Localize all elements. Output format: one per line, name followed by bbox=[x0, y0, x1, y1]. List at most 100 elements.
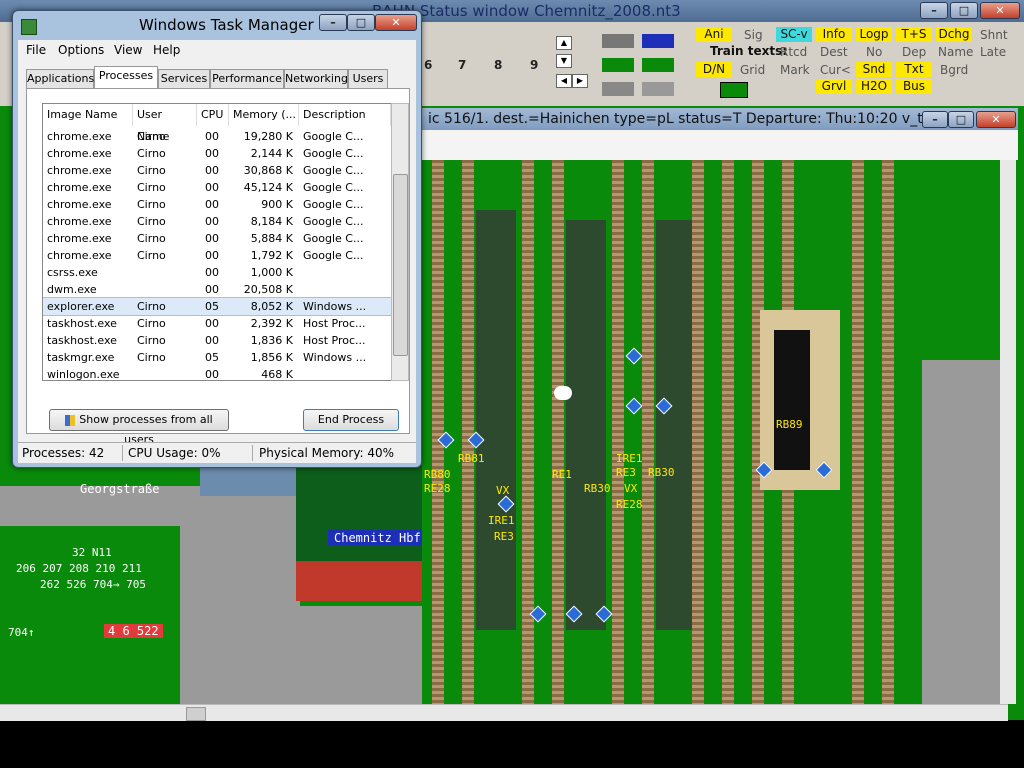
scroll-down-arrow-icon[interactable]: ▼ bbox=[556, 54, 572, 68]
shnt-button[interactable]: Shnt bbox=[980, 28, 1008, 42]
label-re3-b[interactable]: RE3 bbox=[616, 466, 636, 479]
h2o-button[interactable]: H2O bbox=[856, 79, 892, 94]
snd-button[interactable]: Snd bbox=[856, 62, 892, 77]
table-row[interactable]: chrome.exe Cirno 00 30,868 K Google C... bbox=[43, 162, 391, 179]
dest-button[interactable]: Dest bbox=[820, 45, 848, 59]
label-rb80[interactable]: RB80 bbox=[424, 468, 451, 481]
ani-button[interactable]: Ani bbox=[696, 27, 732, 42]
cur-button[interactable]: Cur< bbox=[820, 63, 851, 77]
table-row[interactable]: chrome.exe Cirno 00 1,792 K Google C... bbox=[43, 247, 391, 264]
map-label-station[interactable]: Chemnitz Hbf bbox=[328, 530, 427, 546]
label-vx-1[interactable]: VX bbox=[496, 484, 509, 497]
column-memory[interactable]: Memory (... bbox=[229, 104, 299, 126]
sc-v-button[interactable]: SC-v bbox=[776, 27, 812, 42]
table-row[interactable]: dwm.exe 00 20,508 K bbox=[43, 281, 391, 298]
end-process-button[interactable]: End Process bbox=[303, 409, 399, 431]
process-list[interactable]: Image Name User Name CPU Memory (... Des… bbox=[42, 103, 392, 381]
signal-icon[interactable] bbox=[625, 397, 643, 415]
tab-applications[interactable]: Applications bbox=[26, 69, 94, 88]
table-row[interactable]: csrss.exe 00 1,000 K bbox=[43, 264, 391, 281]
tab-performance[interactable]: Performance bbox=[210, 69, 284, 88]
table-row[interactable]: chrome.exe Cirno 00 2,144 K Google C... bbox=[43, 145, 391, 162]
tab-services[interactable]: Services bbox=[158, 69, 210, 88]
toolbar-number-6[interactable]: 6 bbox=[424, 58, 432, 72]
mark-button[interactable]: Mark bbox=[780, 63, 810, 77]
label-ire1-b[interactable]: IRE1 bbox=[616, 452, 643, 465]
bus-button[interactable]: Bus bbox=[896, 79, 932, 94]
train-rb89[interactable] bbox=[774, 330, 810, 470]
bahn-maximize-button[interactable]: □ bbox=[950, 2, 978, 19]
txt-button[interactable]: Txt bbox=[896, 62, 932, 77]
menu-help[interactable]: Help bbox=[153, 43, 180, 57]
grvl-button[interactable]: Grvl bbox=[816, 79, 852, 94]
menu-file[interactable]: File bbox=[26, 43, 46, 57]
toolbar-number-7[interactable]: 7 bbox=[458, 58, 466, 72]
label-re28-c[interactable]: RE28 bbox=[616, 498, 643, 511]
table-row[interactable]: chrome.exe Cirno 00 900 K Google C... bbox=[43, 196, 391, 213]
map-horizontal-scrollbar[interactable] bbox=[0, 704, 1008, 721]
menu-view[interactable]: View bbox=[114, 43, 142, 57]
bus-icon[interactable] bbox=[720, 82, 748, 98]
train-window-map[interactable]: RB81 RB80 RE28 VX IRE1 RE3 RE1 RB30 VX R… bbox=[422, 160, 1002, 704]
tile-track-icon[interactable] bbox=[602, 34, 634, 48]
signal-icon[interactable] bbox=[625, 347, 643, 365]
table-row[interactable]: chrome.exe Cirno 00 8,184 K Google C... bbox=[43, 213, 391, 230]
column-image-name[interactable]: Image Name bbox=[43, 104, 133, 126]
column-description[interactable]: Description bbox=[299, 104, 391, 126]
process-list-scrollbar[interactable] bbox=[391, 103, 409, 381]
menu-options[interactable]: Options bbox=[58, 43, 104, 57]
sig-button[interactable]: Sig bbox=[744, 28, 763, 42]
table-row[interactable]: chrome.exe Cirno 00 45,124 K Google C... bbox=[43, 179, 391, 196]
map-hscroll-thumb[interactable] bbox=[186, 707, 206, 721]
process-list-scroll-thumb[interactable] bbox=[393, 174, 408, 356]
dep-button[interactable]: Dep bbox=[902, 45, 926, 59]
label-vx-2[interactable]: VX bbox=[624, 482, 637, 495]
scroll-right-arrow-icon[interactable]: ▶ bbox=[572, 74, 588, 88]
tile-grass-icon[interactable] bbox=[602, 58, 634, 72]
scroll-left-arrow-icon[interactable]: ◀ bbox=[556, 74, 572, 88]
table-row[interactable]: taskhost.exe Cirno 00 2,392 K Host Proc... bbox=[43, 315, 391, 332]
tw-minimize-button[interactable]: – bbox=[922, 111, 948, 128]
tm-maximize-button[interactable]: □ bbox=[347, 14, 375, 31]
tile-ramp-icon[interactable] bbox=[642, 82, 674, 96]
bahn-minimize-button[interactable]: – bbox=[920, 2, 948, 19]
tile-road-icon[interactable] bbox=[602, 82, 634, 96]
info-button[interactable]: Info bbox=[816, 27, 852, 42]
label-re28-a[interactable]: RE28 bbox=[424, 482, 451, 495]
toolbar-number-9[interactable]: 9 bbox=[530, 58, 538, 72]
bahn-close-button[interactable]: ✕ bbox=[980, 2, 1020, 19]
t-s-button[interactable]: T+S bbox=[896, 27, 932, 42]
tab-networking[interactable]: Networking bbox=[284, 69, 348, 88]
name-button[interactable]: Name bbox=[938, 45, 973, 59]
tm-close-button[interactable]: ✕ bbox=[375, 14, 417, 31]
toolbar-number-8[interactable]: 8 bbox=[494, 58, 502, 72]
label-rb81[interactable]: RB81 bbox=[458, 452, 485, 465]
late-button[interactable]: Late bbox=[980, 45, 1006, 59]
label-ire1-a[interactable]: IRE1 bbox=[488, 514, 515, 527]
rtcd-button[interactable]: Rtcd bbox=[780, 45, 807, 59]
tw-maximize-button[interactable]: □ bbox=[948, 111, 974, 128]
column-cpu[interactable]: CPU bbox=[197, 104, 229, 126]
label-rb30-b[interactable]: RB30 bbox=[648, 466, 675, 479]
show-all-users-button[interactable]: Show processes from all users bbox=[49, 409, 229, 446]
train-window-titlebar[interactable]: ic 516/1. dest.=Hainichen type=pL status… bbox=[422, 108, 1018, 130]
d-n-button[interactable]: D/N bbox=[696, 62, 732, 77]
tm-minimize-button[interactable]: – bbox=[319, 14, 347, 31]
table-row[interactable]: chrome.exe Cirno 00 5,884 K Google C... bbox=[43, 230, 391, 247]
table-row[interactable]: chrome.exe Cirno 00 19,280 K Google C... bbox=[43, 128, 391, 145]
tile-tree-icon[interactable] bbox=[642, 58, 674, 72]
bgrd-button[interactable]: Bgrd bbox=[940, 63, 968, 77]
label-rb89[interactable]: RB89 bbox=[776, 418, 803, 431]
column-user-name[interactable]: User Name bbox=[133, 104, 197, 143]
table-row[interactable]: taskhost.exe Cirno 00 1,836 K Host Proc... bbox=[43, 332, 391, 349]
logp-button[interactable]: Logp bbox=[856, 27, 892, 42]
map-vertical-scrollbar[interactable] bbox=[1000, 160, 1016, 704]
scroll-up-arrow-icon[interactable]: ▲ bbox=[556, 36, 572, 50]
tw-close-button[interactable]: ✕ bbox=[976, 111, 1016, 128]
no-button[interactable]: No bbox=[866, 45, 882, 59]
label-re1[interactable]: RE1 bbox=[552, 468, 572, 481]
table-row[interactable]: explorer.exe Cirno 05 8,052 K Windows ... bbox=[43, 297, 391, 316]
label-rb30-a[interactable]: RB30 bbox=[584, 482, 611, 495]
map-label-red-box[interactable]: 4 6 522 bbox=[104, 624, 163, 638]
label-re3-a[interactable]: RE3 bbox=[494, 530, 514, 543]
